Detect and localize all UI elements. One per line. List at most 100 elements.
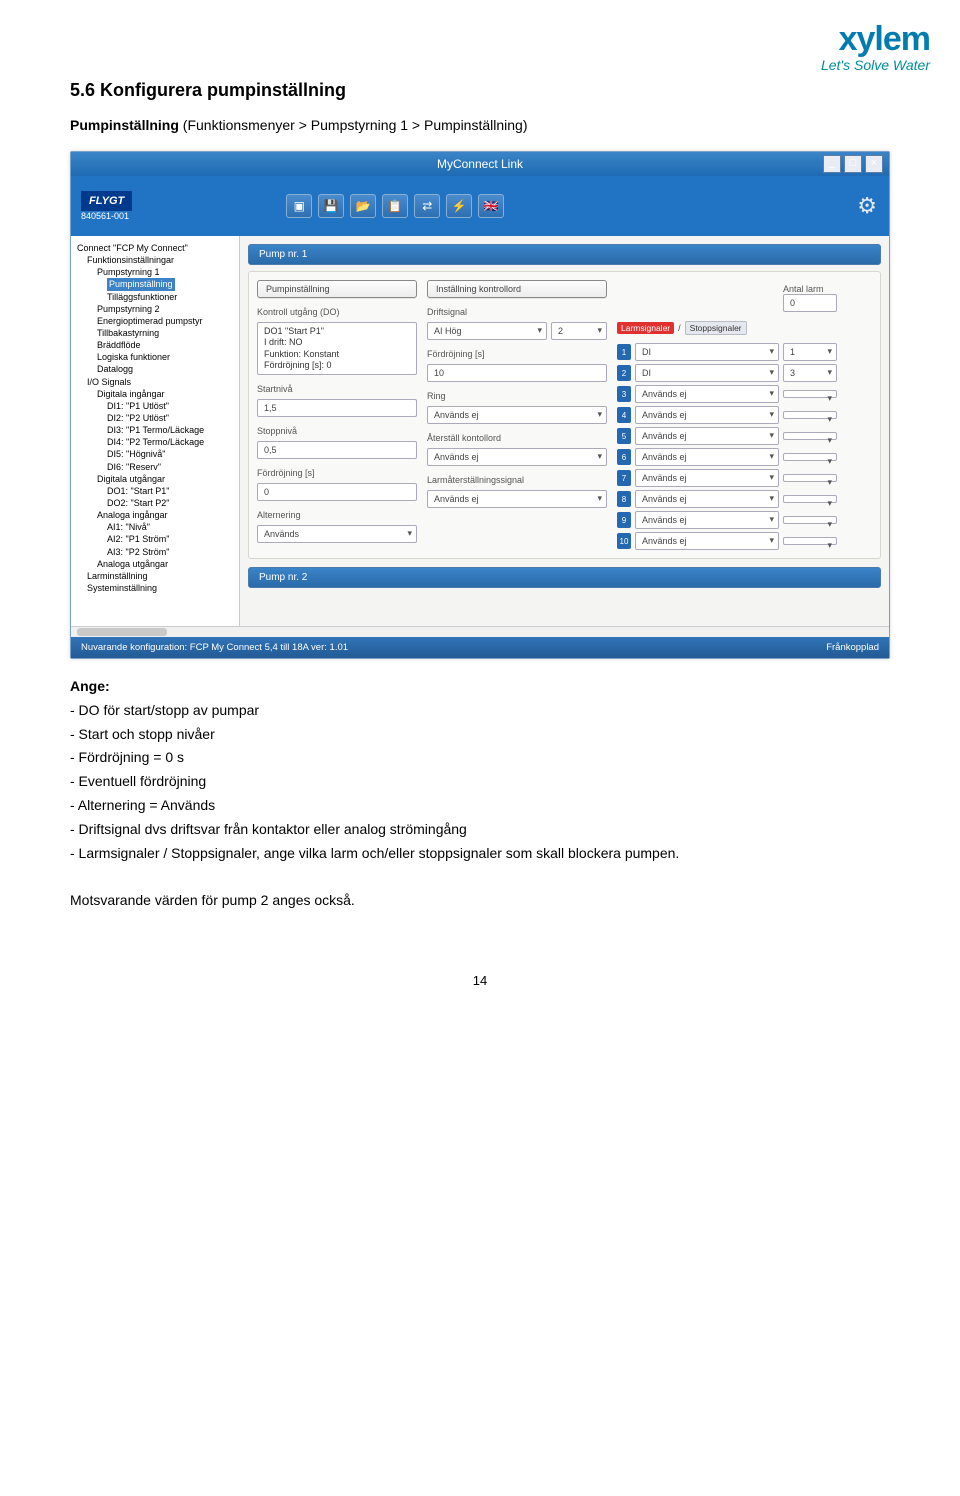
driftsignal-label: Driftsignal <box>427 307 607 317</box>
delay1-label: Fördröjning [s] <box>257 468 417 478</box>
ange-line: - Alternering = Används <box>70 794 890 818</box>
tree-item[interactable]: Datalogg <box>77 363 237 375</box>
stoppniva-input[interactable]: 0,5 <box>257 441 417 459</box>
tree-item[interactable]: Larminställning <box>77 570 237 582</box>
tree-item[interactable]: Tilläggsfunktioner <box>77 291 237 303</box>
signal-index: 5 <box>617 428 631 444</box>
startniva-input[interactable]: 1,5 <box>257 399 417 417</box>
tree-item[interactable]: DO1: "Start P1" <box>77 485 237 497</box>
ring-dropdown[interactable]: Används ej <box>427 406 607 424</box>
tree-item[interactable]: Logiska funktioner <box>77 351 237 363</box>
startniva-label: Startnivå <box>257 384 417 394</box>
signal-row: 3Används ej <box>617 385 837 403</box>
tree-item[interactable]: DI5: "Högnivå" <box>77 448 237 460</box>
pump2-header[interactable]: Pump nr. 2 <box>248 567 881 588</box>
scroll-thumb[interactable] <box>77 628 167 636</box>
signal-type-dropdown[interactable]: Används ej <box>635 427 779 445</box>
signal-index: 1 <box>617 344 631 360</box>
signal-row: 1DI1 <box>617 343 837 361</box>
signal-type-dropdown[interactable]: Används ej <box>635 490 779 508</box>
driftsignal-dropdown[interactable]: AI Hög <box>427 322 547 340</box>
tree-item[interactable]: AI1: "Nivå" <box>77 521 237 533</box>
save-icon[interactable]: 💾 <box>318 194 344 218</box>
tree-item[interactable]: AI2: "P1 Ström" <box>77 533 237 545</box>
page-number: 14 <box>70 973 890 988</box>
signal-type-dropdown[interactable]: Används ej <box>635 406 779 424</box>
folder-icon[interactable]: 📂 <box>350 194 376 218</box>
restore-dropdown[interactable]: Används ej <box>427 448 607 466</box>
signal-index: 9 <box>617 512 631 528</box>
horizontal-scrollbar[interactable] <box>71 626 889 637</box>
maximize-button[interactable]: □ <box>844 155 862 173</box>
signal-type-dropdown[interactable]: Används ej <box>635 469 779 487</box>
tree-item[interactable]: Digitala ingångar <box>77 388 237 400</box>
tree-item[interactable]: Digitala utgångar <box>77 473 237 485</box>
delay2-label: Fördröjning [s] <box>427 349 607 359</box>
signal-row: 5Används ej <box>617 427 837 445</box>
signal-num-dropdown[interactable] <box>783 432 837 440</box>
tree-item[interactable]: Funktionsinställningar <box>77 254 237 266</box>
tree-item[interactable]: Pumpstyrning 1 <box>77 266 237 278</box>
larmrestore-label: Larmåterställningssignal <box>427 475 607 485</box>
restore-label: Återställ kontollord <box>427 433 607 443</box>
signal-num-dropdown[interactable] <box>783 516 837 524</box>
larmrestore-dropdown[interactable]: Används ej <box>427 490 607 508</box>
tree-item[interactable]: Connect "FCP My Connect" <box>77 242 237 254</box>
signal-num-dropdown[interactable] <box>783 390 837 398</box>
logo-text: xylem <box>821 20 930 59</box>
tree-item[interactable]: AI3: "P2 Ström" <box>77 546 237 558</box>
signal-num-dropdown[interactable] <box>783 495 837 503</box>
tree-item[interactable]: Tillbakastyrning <box>77 327 237 339</box>
signal-type-dropdown[interactable]: DI <box>635 343 779 361</box>
antal-larm-input[interactable]: 0 <box>783 294 837 312</box>
driftsignal-num-dropdown[interactable]: 2 <box>551 322 607 340</box>
signal-num-dropdown[interactable] <box>783 411 837 419</box>
tree-item[interactable]: Pumpinställning <box>77 278 237 290</box>
signal-type-dropdown[interactable]: DI <box>635 364 779 382</box>
pumpinstallning-button[interactable]: Pumpinställning <box>257 280 417 298</box>
alternering-dropdown[interactable]: Används <box>257 525 417 543</box>
tree-sidebar[interactable]: Connect "FCP My Connect"Funktionsinställ… <box>71 236 240 626</box>
tree-item[interactable]: Bräddflöde <box>77 339 237 351</box>
tree-item[interactable]: Energioptimerad pumpstyr <box>77 315 237 327</box>
signal-num-dropdown[interactable] <box>783 537 837 545</box>
flash-icon[interactable]: ⚡ <box>446 194 472 218</box>
kontrollord-button[interactable]: Inställning kontrollord <box>427 280 607 298</box>
note-line: Motsvarande värden för pump 2 anges ocks… <box>70 889 890 913</box>
tree-item[interactable]: DO2: "Start P2" <box>77 497 237 509</box>
minimize-button[interactable]: _ <box>823 155 841 173</box>
signal-type-dropdown[interactable]: Används ej <box>635 448 779 466</box>
signal-index: 3 <box>617 386 631 402</box>
signal-type-dropdown[interactable]: Används ej <box>635 532 779 550</box>
delay2-input[interactable]: 10 <box>427 364 607 382</box>
compare-icon[interactable]: ⇄ <box>414 194 440 218</box>
signal-type-dropdown[interactable]: Används ej <box>635 385 779 403</box>
tree-item[interactable]: DI1: "P1 Utlöst" <box>77 400 237 412</box>
gear-icon[interactable]: ⚙ <box>857 193 877 219</box>
tree-item[interactable]: Analoga ingångar <box>77 509 237 521</box>
pump1-header[interactable]: Pump nr. 1 <box>248 244 881 265</box>
tree-item[interactable]: Analoga utgångar <box>77 558 237 570</box>
signal-num-dropdown[interactable] <box>783 453 837 461</box>
flag-icon[interactable]: 🇬🇧 <box>478 194 504 218</box>
do-readout[interactable]: DO1 "Start P1"I drift: NOFunktion: Konst… <box>257 322 417 375</box>
tree-item[interactable]: DI4: "P2 Termo/Läckage <box>77 436 237 448</box>
tree-item[interactable]: I/O Signals <box>77 376 237 388</box>
close-button[interactable]: × <box>865 155 883 173</box>
signal-num-dropdown[interactable] <box>783 474 837 482</box>
signal-num-dropdown[interactable]: 1 <box>783 343 837 361</box>
signal-num-dropdown[interactable]: 3 <box>783 364 837 382</box>
signal-row: 9Används ej <box>617 511 837 529</box>
tree-item[interactable]: DI2: "P2 Utlöst" <box>77 412 237 424</box>
tree-item[interactable]: Systeminställning <box>77 582 237 594</box>
tree-item[interactable]: DI3: "P1 Termo/Läckage <box>77 424 237 436</box>
tree-item[interactable]: Pumpstyrning 2 <box>77 303 237 315</box>
delay1-input[interactable]: 0 <box>257 483 417 501</box>
signal-index: 8 <box>617 491 631 507</box>
signal-type-dropdown[interactable]: Används ej <box>635 511 779 529</box>
signal-index: 6 <box>617 449 631 465</box>
open-icon[interactable]: ▣ <box>286 194 312 218</box>
tree-item[interactable]: DI6: "Reserv" <box>77 461 237 473</box>
notes-icon[interactable]: 📋 <box>382 194 408 218</box>
window-title: MyConnect Link <box>437 157 523 171</box>
